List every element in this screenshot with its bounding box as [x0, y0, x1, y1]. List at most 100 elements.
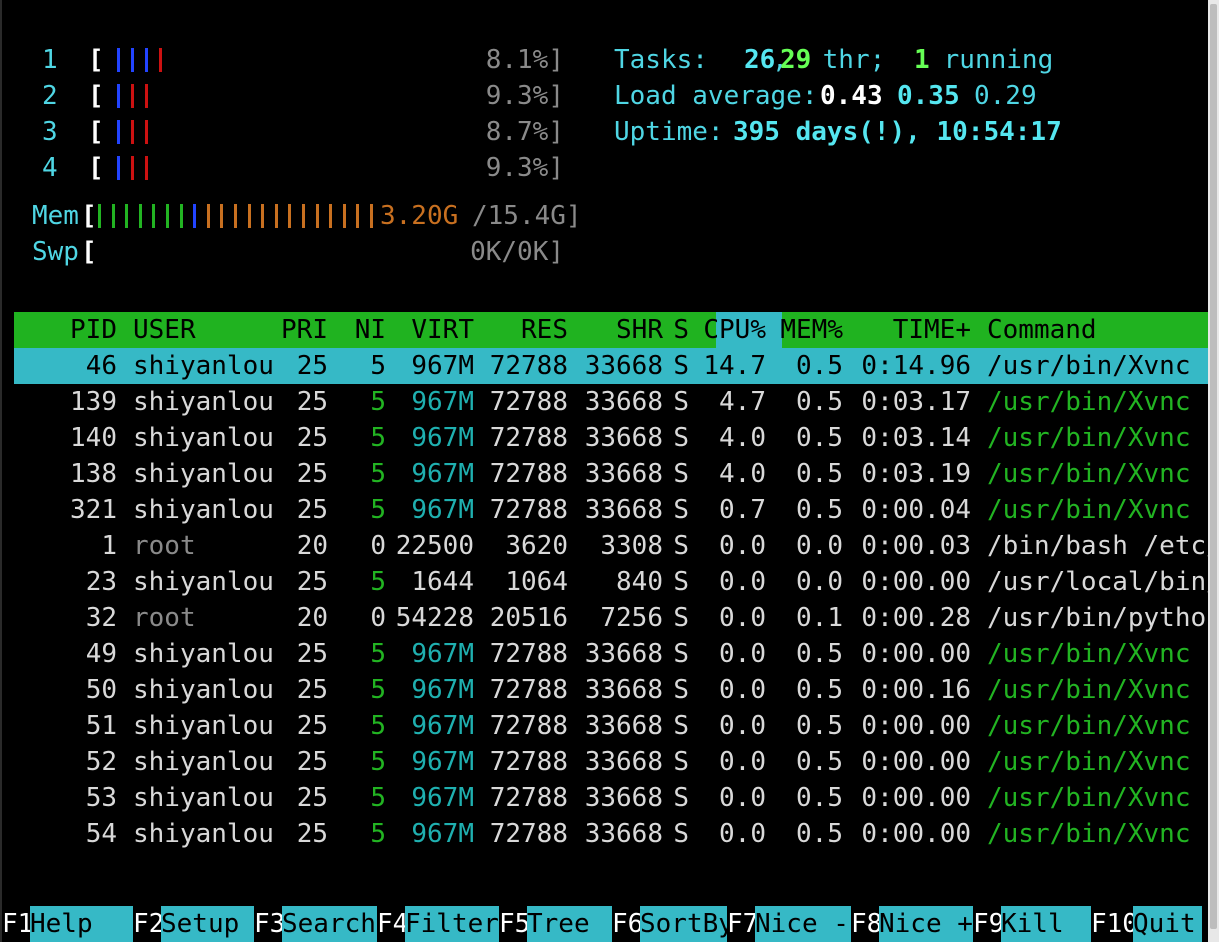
uptime-value: 395 days(!), 10:54:17 [733, 117, 1062, 147]
cell-time: 0:00.00 [861, 819, 971, 849]
cell-command: /usr/bin/Xvnc : [987, 711, 1219, 741]
cpu-usage-value: 8.1%] [485, 45, 564, 75]
mem-usage-bar [261, 204, 265, 228]
load-5min: 0.35 [897, 81, 960, 111]
mem-usage-bar [370, 204, 373, 228]
fkey-f1[interactable]: F1 [2, 906, 33, 942]
cell-command: /usr/bin/Xvnc : [987, 387, 1219, 417]
cpu-usage-bar [131, 84, 134, 108]
mem-usage-bar [179, 204, 183, 228]
running-label: running [928, 45, 1054, 75]
cell-pid: 49 [85, 639, 117, 669]
cell-command: /usr/bin/Xvnc : [987, 747, 1219, 777]
mem-usage-bar [206, 204, 210, 228]
cell-time: 0:00.00 [861, 567, 971, 597]
mem-usage-bar [356, 204, 360, 228]
cell-pid: 32 [85, 603, 117, 633]
cpu-usage-bar [145, 156, 148, 180]
fkey-f9[interactable]: F9 [973, 906, 1004, 942]
fkey-label-f1[interactable]: Help [30, 906, 133, 942]
cpu-bracket-open: [ [88, 117, 104, 147]
load-1min: 0.43 [820, 81, 883, 111]
load-average-line: Load average: 0.43 0.35 0.29 [2, 78, 1037, 114]
mem-usage-bar [288, 204, 292, 228]
cell-pid: 53 [85, 783, 117, 813]
cell-command: /bin/bash /etc/ [987, 531, 1219, 561]
column-header-command[interactable]: Command [987, 312, 1097, 348]
mem-usage-bar [111, 204, 115, 228]
cell-time: 0:00.00 [861, 639, 971, 669]
mem-usage-bar [329, 204, 333, 228]
cell-command: /usr/local/bin/ [987, 567, 1219, 597]
mem-total-value: /15.4G] [472, 201, 582, 231]
cpu-usage-bar [117, 120, 120, 144]
fkey-label-f5[interactable]: Tree [527, 906, 612, 942]
fkey-f10[interactable]: F10 [1091, 906, 1138, 942]
fkey-label-f8[interactable]: Nice + [879, 906, 973, 942]
fkey-f3[interactable]: F3 [254, 906, 285, 942]
cpu-bracket-open: [ [88, 81, 104, 111]
fkey-f4[interactable]: F4 [377, 906, 408, 942]
mem-usage-bar [193, 204, 197, 228]
cpu-usage-bar [131, 156, 134, 180]
cpu-usage-bar [145, 120, 148, 144]
function-key-bar: F1 Help F2 Setup F3 Search F4 Filter F5 Tree F6… [2, 906, 1210, 942]
fkey-label-f10[interactable]: Quit [1133, 906, 1202, 942]
fkey-f8[interactable]: F8 [851, 906, 882, 942]
cell-pid: 51 [85, 711, 117, 741]
cell-time: 0:03.14 [861, 423, 971, 453]
cell-pid: 54 [85, 819, 117, 849]
cell-command: /usr/bin/Xvnc : [987, 783, 1219, 813]
cell-pid: 50 [85, 675, 117, 705]
cpu-bracket-open: [ [88, 45, 104, 75]
fkey-label-f7[interactable]: Nice - [755, 906, 851, 942]
cell-command: /usr/bin/Xvnc : [987, 459, 1219, 489]
cell-pid: 139 [70, 387, 117, 417]
cell-command: /usr/bin/Xvnc : [987, 675, 1219, 705]
cpu-usage-value: 9.3%] [485, 153, 564, 183]
cell-time: 0:00.28 [861, 603, 971, 633]
cell-time: 0:00.16 [861, 675, 971, 705]
cell-pid: 138 [70, 459, 117, 489]
fkey-label-f6[interactable]: SortBy [640, 906, 734, 942]
tasks-count: 26 [744, 45, 776, 75]
mem-usage-bar [125, 204, 129, 228]
cpu-usage-bar [117, 84, 120, 108]
cpu-usage-bar [117, 156, 120, 180]
cell-pid: 46 [85, 351, 117, 381]
mem-usage-bar [220, 204, 224, 228]
cell-time: 0:00.00 [861, 747, 971, 777]
cell-time: 0:00.04 [861, 495, 971, 525]
tasks-label: Tasks: [614, 45, 724, 75]
scrollbar-thumb[interactable] [1210, 4, 1217, 929]
fkey-f7[interactable]: F7 [727, 906, 758, 942]
vertical-scrollbar[interactable] [1208, 0, 1219, 942]
column-header-time[interactable]: TIME+ [811, 312, 971, 348]
mem-usage-bar [98, 204, 101, 228]
cpu-usage-value: 8.7%] [485, 117, 564, 147]
cpu-usage-bar [131, 120, 134, 144]
cell-command: /usr/bin/Xvnc : [987, 351, 1219, 381]
fkey-f2[interactable]: F2 [133, 906, 164, 942]
cell-time: 0:00.03 [861, 531, 971, 561]
cell-pid: 321 [70, 495, 117, 525]
mem-used-value: 3.20G [380, 201, 459, 231]
load-label: Load average: [614, 81, 834, 111]
cpu-bracket-open: [ [88, 153, 104, 183]
cell-time: 0:03.17 [861, 387, 971, 417]
cpu-usage-bar [131, 48, 134, 72]
column-header-pid[interactable]: PID [0, 312, 117, 348]
fkey-label-f4[interactable]: Filter [405, 906, 499, 942]
cell-command: /usr/bin/python [987, 603, 1219, 633]
cell-command: /usr/bin/Xvnc : [987, 639, 1219, 669]
cpu-usage-bar [145, 48, 148, 72]
cell-time: 0:00.00 [861, 711, 971, 741]
fkey-label-f2[interactable]: Setup [161, 906, 254, 942]
fkey-f5[interactable]: F5 [499, 906, 530, 942]
fkey-f6[interactable]: F6 [612, 906, 643, 942]
cell-time: 0:03.19 [861, 459, 971, 489]
fkey-label-f3[interactable]: Search [282, 906, 377, 942]
swap-value: 0K/0K] [470, 237, 564, 267]
cell-pid: 23 [85, 567, 117, 597]
fkey-label-f9[interactable]: Kill [1001, 906, 1091, 942]
